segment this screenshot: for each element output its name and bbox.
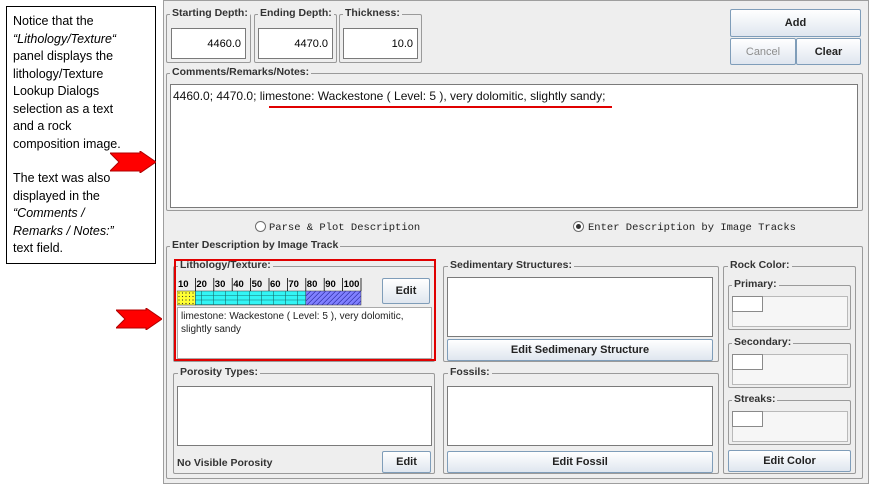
note-line: Notice that the bbox=[13, 14, 94, 28]
note-line: composition image. bbox=[13, 136, 121, 151]
edit-fossil-button[interactable]: Edit Fossil bbox=[447, 451, 713, 473]
image-tracks-label: Enter Description by Image Tracks bbox=[588, 222, 796, 234]
note-line: selection as a text bbox=[13, 101, 114, 116]
parse-plot-radio[interactable] bbox=[255, 221, 266, 232]
image-tracks-radio[interactable] bbox=[573, 221, 584, 232]
edit-color-button[interactable]: Edit Color bbox=[728, 450, 851, 472]
callout-arrow-icon bbox=[116, 308, 162, 330]
fossils-group: Fossils: Edit Fossil bbox=[443, 366, 719, 474]
image-track-label: Enter Description by Image Track bbox=[170, 239, 341, 251]
primary-color-label: Primary: bbox=[732, 278, 779, 290]
secondary-color-group: Secondary: bbox=[728, 336, 851, 388]
lithology-editor-window: Starting Depth: 4460.0 Ending Depth: 447… bbox=[163, 0, 869, 484]
sedimentary-label: Sedimentary Structures: bbox=[448, 259, 574, 271]
note-line: Remarks / Notes:” bbox=[13, 223, 114, 238]
lithology-highlight bbox=[174, 259, 436, 361]
fossils-label: Fossils: bbox=[448, 366, 492, 378]
note-line: Lookup Dialogs bbox=[13, 84, 100, 98]
thickness-label: Thickness: bbox=[343, 7, 402, 19]
note-line: displayed in the bbox=[13, 188, 100, 203]
note-line: panel displays the bbox=[13, 49, 114, 63]
note-line: “Lithology/Texture“ bbox=[13, 31, 117, 46]
rock-color-group: Rock Color: Primary: Secondary: Streaks:… bbox=[723, 259, 856, 474]
streaks-color-group: Streaks: bbox=[728, 393, 851, 445]
fossils-list[interactable] bbox=[447, 386, 713, 446]
comments-text: 4460.0; 4470.0; limestone: Wackestone ( … bbox=[173, 89, 606, 103]
rock-color-label: Rock Color: bbox=[728, 259, 792, 271]
cancel-button[interactable]: Cancel bbox=[730, 38, 796, 65]
note-line: text field. bbox=[13, 241, 64, 255]
porosity-group: Porosity Types: No Visible Porosity Edit bbox=[173, 366, 435, 474]
ending-depth-group: Ending Depth: 4470.0 bbox=[254, 7, 337, 63]
primary-color-swatch[interactable] bbox=[732, 296, 763, 312]
streaks-color-swatch[interactable] bbox=[732, 411, 763, 427]
streaks-color-label: Streaks: bbox=[732, 393, 778, 405]
starting-depth-input[interactable]: 4460.0 bbox=[171, 28, 246, 59]
clear-button[interactable]: Clear bbox=[796, 38, 861, 65]
starting-depth-label: Starting Depth: bbox=[170, 7, 250, 19]
comments-group: Comments/Remarks/Notes: 4460.0; 4470.0; … bbox=[166, 66, 863, 211]
thickness-group: Thickness: 10.0 bbox=[339, 7, 422, 63]
add-button[interactable]: Add bbox=[730, 9, 861, 37]
note-line: The text was also bbox=[13, 171, 111, 185]
secondary-color-swatch[interactable] bbox=[732, 354, 763, 370]
secondary-color-label: Secondary: bbox=[732, 336, 794, 348]
annotation-note: Notice that the “Lithology/Texture“ pane… bbox=[6, 6, 156, 264]
starting-depth-group: Starting Depth: 4460.0 bbox=[166, 7, 251, 63]
ending-depth-label: Ending Depth: bbox=[258, 7, 334, 19]
comments-textarea[interactable]: 4460.0; 4470.0; limestone: Wackestone ( … bbox=[170, 84, 858, 208]
porosity-list[interactable] bbox=[177, 386, 432, 446]
ending-depth-input[interactable]: 4470.0 bbox=[258, 28, 333, 59]
callout-arrow-icon bbox=[110, 151, 156, 173]
sedimentary-list[interactable] bbox=[447, 277, 713, 337]
note-line: “Comments / bbox=[13, 206, 85, 220]
note-line: and a rock bbox=[13, 119, 72, 133]
note-line: lithology/Texture bbox=[13, 66, 104, 81]
primary-color-group: Primary: bbox=[728, 278, 851, 330]
porosity-status: No Visible Porosity bbox=[177, 457, 273, 469]
sedimentary-group: Sedimentary Structures: Edit Sedimenary … bbox=[443, 259, 719, 362]
comments-label: Comments/Remarks/Notes: bbox=[170, 66, 312, 78]
parse-plot-label: Parse & Plot Description bbox=[269, 222, 421, 234]
porosity-label: Porosity Types: bbox=[178, 366, 260, 378]
comments-underline bbox=[269, 106, 612, 108]
edit-sedimentary-button[interactable]: Edit Sedimenary Structure bbox=[447, 339, 713, 361]
thickness-input[interactable]: 10.0 bbox=[343, 28, 418, 59]
edit-porosity-button[interactable]: Edit bbox=[382, 451, 431, 473]
